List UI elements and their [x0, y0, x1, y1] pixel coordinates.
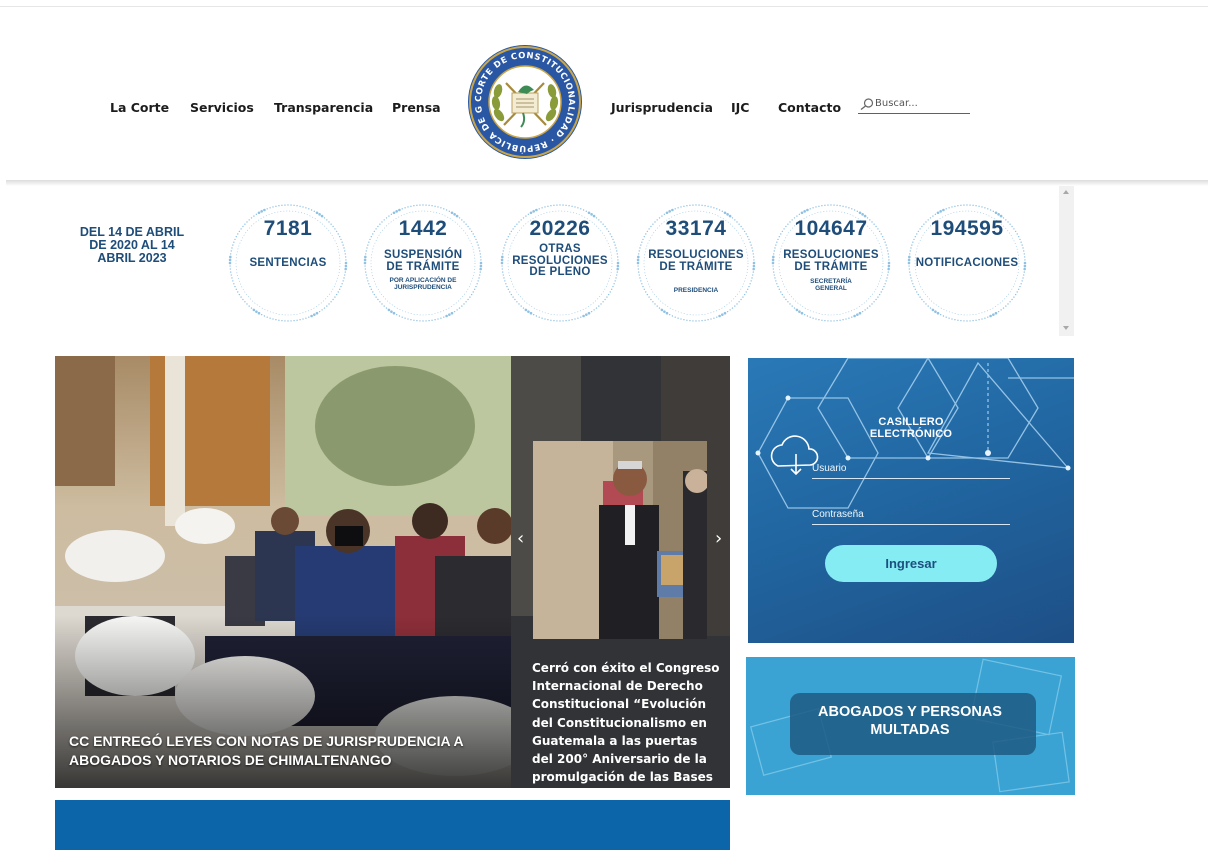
stat-label: RESOLUCIONES DE TRÁMITE: [648, 249, 744, 273]
news-carousel-photo[interactable]: [533, 441, 707, 639]
username-field: [812, 460, 1010, 479]
search-input[interactable]: [875, 96, 967, 111]
banner-text[interactable]: ABOGADOS Y PERSONAS MULTADAS: [790, 703, 1030, 739]
nav-ijc[interactable]: IJC: [731, 100, 749, 115]
nav-jurisprudencia[interactable]: Jurisprudencia: [611, 100, 713, 115]
stat-label: OTRAS RESOLUCIONES DE PLENO: [512, 243, 608, 278]
stat-sentencias: 7181 SENTENCIAS: [225, 197, 351, 329]
password-input[interactable]: [812, 506, 1008, 522]
carousel-next-arrow[interactable]: ›: [715, 528, 722, 549]
stat-value: 7181: [263, 217, 313, 240]
nav-prensa[interactable]: Prensa: [392, 100, 441, 115]
stat-sublabel: PRESIDENCIA: [673, 287, 719, 294]
stat-value: 1442: [398, 217, 448, 240]
stat-label: RESOLUCIONES DE TRÁMITE: [783, 249, 879, 273]
search-box: [858, 96, 970, 114]
stat-resoluciones-presidencia: 33174 RESOLUCIONES DE TRÁMITE PRESIDENCI…: [633, 197, 759, 329]
login-background-pattern: [755, 358, 1074, 509]
stat-value: 194595: [930, 217, 1004, 240]
blue-section-bar: [55, 800, 730, 850]
news-carousel-title[interactable]: Cerró con éxito el Congreso Internaciona…: [532, 659, 722, 786]
stat-notificaciones: 194595 NOTIFICACIONES: [904, 197, 1030, 329]
stat-suspension-tramite: 1442 SUSPENSIÓN DE TRÁMITE POR APLICACIÓ…: [360, 197, 486, 329]
nav-servicios[interactable]: Servicios: [190, 100, 254, 115]
nav-contacto[interactable]: Contacto: [778, 100, 841, 115]
stat-value: 20226: [529, 217, 591, 240]
login-title: CASILLERO ELECTRÓNICO: [869, 416, 953, 440]
cloud-download-icon: [770, 435, 819, 476]
password-field: [812, 506, 1010, 525]
stat-label: NOTIFICACIONES: [915, 257, 1019, 269]
stat-value: 33174: [665, 217, 727, 240]
nav-la-corte[interactable]: La Corte: [110, 100, 169, 115]
stat-label: SUSPENSIÓN DE TRÁMITE: [384, 249, 463, 273]
stat-resoluciones-secretaria: 104647 RESOLUCIONES DE TRÁMITE SECRETARÍ…: [768, 197, 894, 329]
search-icon[interactable]: [860, 98, 874, 110]
stat-sublabel: SECRETARÍA GENERAL: [810, 278, 852, 292]
statistics-scrollbar[interactable]: [1059, 186, 1074, 336]
username-input[interactable]: [812, 460, 1008, 476]
court-seal-icon: CORTE DE CONSTITUCIONALIDAD · REPÚBLICA …: [461, 36, 582, 159]
stat-label: SENTENCIAS: [249, 257, 327, 269]
scroll-up-arrow-icon[interactable]: [1063, 190, 1069, 194]
stat-sublabel: POR APLICACIÓN DE JURISPRUDENCIA: [389, 277, 457, 291]
scroll-down-arrow-icon[interactable]: [1063, 326, 1069, 330]
abogados-multados-banner[interactable]: ABOGADOS Y PERSONAS MULTADAS: [746, 657, 1075, 795]
nav-transparencia[interactable]: Transparencia: [274, 100, 373, 115]
featured-news[interactable]: CC ENTREGÓ LEYES CON NOTAS DE JURISPRUDE…: [55, 356, 511, 788]
stat-value: 104647: [794, 217, 868, 240]
site-header: La Corte Servicios Transparencia Prensa …: [0, 7, 1208, 180]
court-logo[interactable]: CORTE DE CONSTITUCIONALIDAD · REPÚBLICA …: [461, 36, 584, 161]
electronic-mailbox-login: CASILLERO ELECTRÓNICO Ingresar: [748, 358, 1074, 643]
featured-news-photo: [55, 356, 511, 788]
featured-news-title[interactable]: CC ENTREGÓ LEYES CON NOTAS DE JURISPRUDE…: [69, 732, 499, 770]
login-button[interactable]: Ingresar: [825, 545, 997, 582]
stat-otras-resoluciones: 20226 OTRAS RESOLUCIONES DE PLENO: [497, 197, 623, 329]
carousel-prev-arrow[interactable]: ‹: [517, 528, 524, 549]
statistics-period: DEL 14 DE ABRIL DE 2020 AL 14 ABRIL 2023: [79, 225, 185, 265]
news-carousel: ‹ › Cerró con éxito el Congreso Internac…: [511, 356, 730, 788]
